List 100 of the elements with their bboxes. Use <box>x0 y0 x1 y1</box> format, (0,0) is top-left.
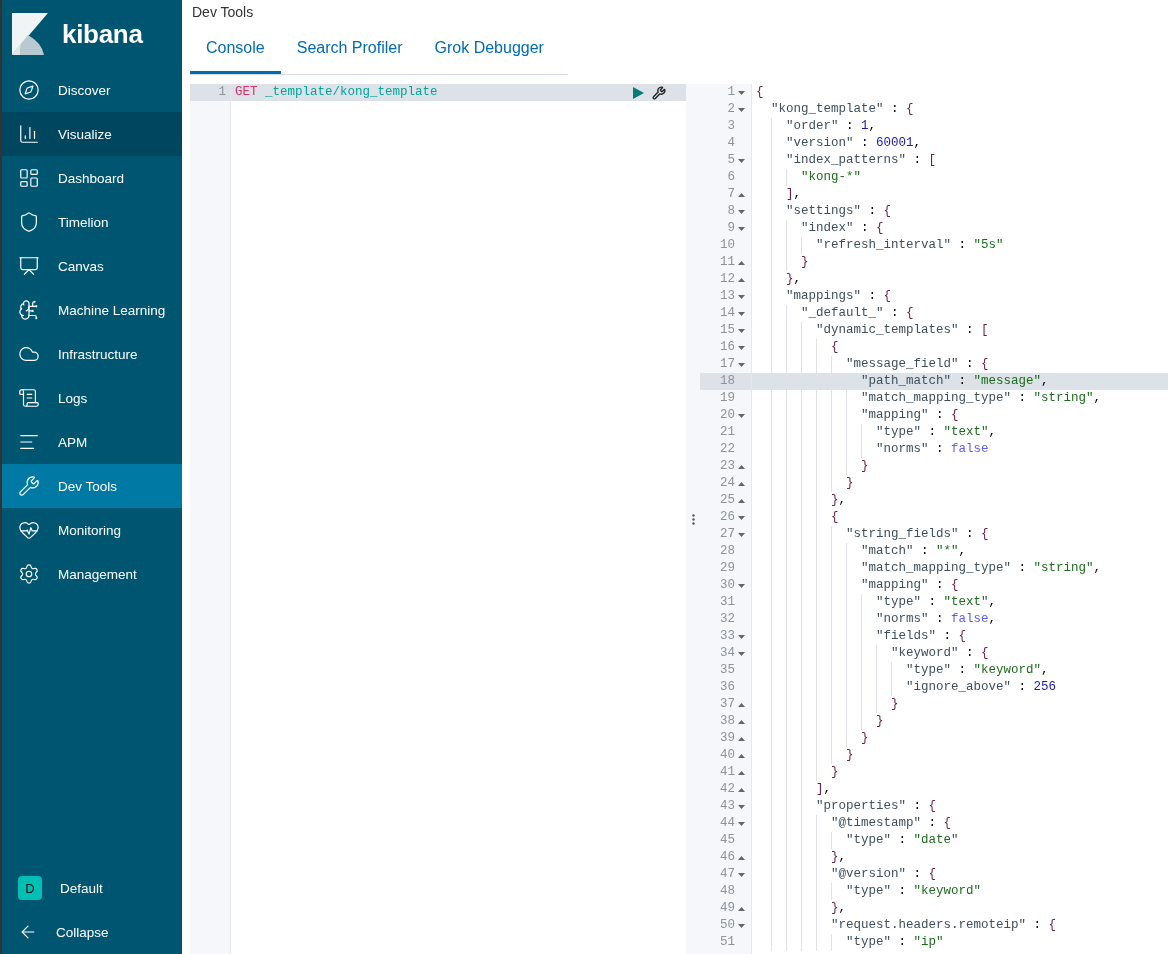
nav-item[interactable]: APM <box>2 420 182 464</box>
fold-icon[interactable] <box>737 804 745 809</box>
nav-item[interactable]: Logs <box>2 376 182 420</box>
fold-icon[interactable] <box>737 90 745 95</box>
line-number: 5 <box>727 152 735 169</box>
code-line: "order" : 1, <box>756 118 877 135</box>
line-number: 47 <box>720 866 735 883</box>
fold-icon[interactable] <box>737 872 745 877</box>
line-number: 25 <box>720 492 735 509</box>
fold-icon[interactable] <box>737 345 745 350</box>
fold-icon[interactable] <box>737 107 745 112</box>
nav-item[interactable]: Canvas <box>2 244 182 288</box>
line-number: 17 <box>720 356 735 373</box>
code-line: "dynamic_templates" : [ <box>756 322 989 339</box>
fold-icon[interactable] <box>737 294 745 299</box>
line-number: 12 <box>720 271 735 288</box>
code-line: "match_mapping_type" : "string", <box>756 560 1102 577</box>
fold-icon[interactable] <box>737 158 745 163</box>
page-title: Dev Tools <box>191 3 255 22</box>
code-line: "version" : 60001, <box>756 135 922 152</box>
line-number: 44 <box>720 815 735 832</box>
line-number: 30 <box>720 577 735 594</box>
line-number: 27 <box>720 526 735 543</box>
fold-icon[interactable] <box>737 464 745 469</box>
fold-icon[interactable] <box>737 260 745 265</box>
code-line: "kong_template" : { <box>756 101 914 118</box>
fold-icon[interactable] <box>737 498 745 503</box>
fold-icon[interactable] <box>737 787 745 792</box>
fold-icon[interactable] <box>737 515 745 520</box>
line-number: 10 <box>720 237 735 254</box>
line-number: 1 <box>218 84 226 101</box>
fold-icon[interactable] <box>737 481 745 486</box>
fold-icon[interactable] <box>737 651 745 656</box>
wrench-icon <box>18 475 40 497</box>
line-number: 29 <box>720 560 735 577</box>
space-switcher[interactable]: D Default <box>2 866 182 910</box>
fold-icon[interactable] <box>737 532 745 537</box>
line-number: 37 <box>720 696 735 713</box>
settings-icon <box>18 563 40 585</box>
fold-icon[interactable] <box>737 192 745 197</box>
line-number: 38 <box>720 713 735 730</box>
line-number: 21 <box>720 424 735 441</box>
code-line: { <box>756 84 764 101</box>
line-number: 2 <box>727 101 735 118</box>
fold-icon[interactable] <box>737 702 745 707</box>
fold-icon[interactable] <box>737 311 745 316</box>
fold-icon[interactable] <box>737 753 745 758</box>
nav-item[interactable]: Timelion <box>2 200 182 244</box>
line-number: 36 <box>720 679 735 696</box>
nav-item[interactable]: Monitoring <box>2 508 182 552</box>
line-number: 3 <box>727 118 735 135</box>
fold-icon[interactable] <box>737 821 745 826</box>
nav-item[interactable]: Dev Tools <box>2 464 182 508</box>
fold-icon[interactable] <box>737 328 745 333</box>
line-number: 32 <box>720 611 735 628</box>
wrench-button[interactable] <box>652 85 666 100</box>
tab[interactable]: Console <box>190 24 281 74</box>
fold-icon[interactable] <box>737 923 745 928</box>
fold-icon[interactable] <box>737 583 745 588</box>
resize-handle-icon[interactable] <box>691 513 695 525</box>
nav-item[interactable]: Management <box>2 552 182 596</box>
logo-text: kibana <box>62 18 143 50</box>
fold-icon[interactable] <box>737 362 745 367</box>
code-line: "@version" : { <box>756 866 937 883</box>
nav-item[interactable]: Dashboard <box>2 156 182 200</box>
request-editor[interactable]: 1 GET _template/kong_template <box>190 84 686 954</box>
fold-icon[interactable] <box>737 770 745 775</box>
fold-icon[interactable] <box>737 226 745 231</box>
line-number: 6 <box>727 169 735 186</box>
line-number: 18 <box>720 373 735 390</box>
code-line: "properties" : { <box>756 798 937 815</box>
code-line: "type" : "ip" <box>756 934 944 951</box>
nav-item[interactable]: Machine Learning <box>2 288 182 332</box>
logo-icon <box>12 13 48 55</box>
code-line: GET _template/kong_template <box>235 84 438 101</box>
fold-icon[interactable] <box>737 855 745 860</box>
code-line: "refresh_interval" : "5s" <box>756 237 1004 254</box>
play-button[interactable] <box>633 86 644 99</box>
nav-item[interactable]: Visualize <box>2 112 182 156</box>
fold-icon[interactable] <box>737 736 745 741</box>
tab[interactable]: Grok Debugger <box>418 24 560 74</box>
line-number: 20 <box>720 407 735 424</box>
fold-icon[interactable] <box>737 209 745 214</box>
fold-icon[interactable] <box>737 277 745 282</box>
code-line: "index" : { <box>756 220 884 237</box>
scroll-icon <box>18 387 40 409</box>
space-avatar: D <box>18 876 42 900</box>
fold-icon[interactable] <box>737 413 745 418</box>
code-line: "string_fields" : { <box>756 526 989 543</box>
fold-icon[interactable] <box>737 634 745 639</box>
nav-item[interactable]: Discover <box>2 68 182 112</box>
line-number: 45 <box>720 832 735 849</box>
tab[interactable]: Search Profiler <box>280 24 419 74</box>
line-number: 8 <box>727 203 735 220</box>
code-line: "message_field" : { <box>756 356 989 373</box>
nav-item[interactable]: Infrastructure <box>2 332 182 376</box>
collapse-button[interactable]: Collapse <box>2 910 182 954</box>
fold-icon[interactable] <box>737 906 745 911</box>
bar-chart-icon <box>18 123 40 145</box>
fold-icon[interactable] <box>737 719 745 724</box>
